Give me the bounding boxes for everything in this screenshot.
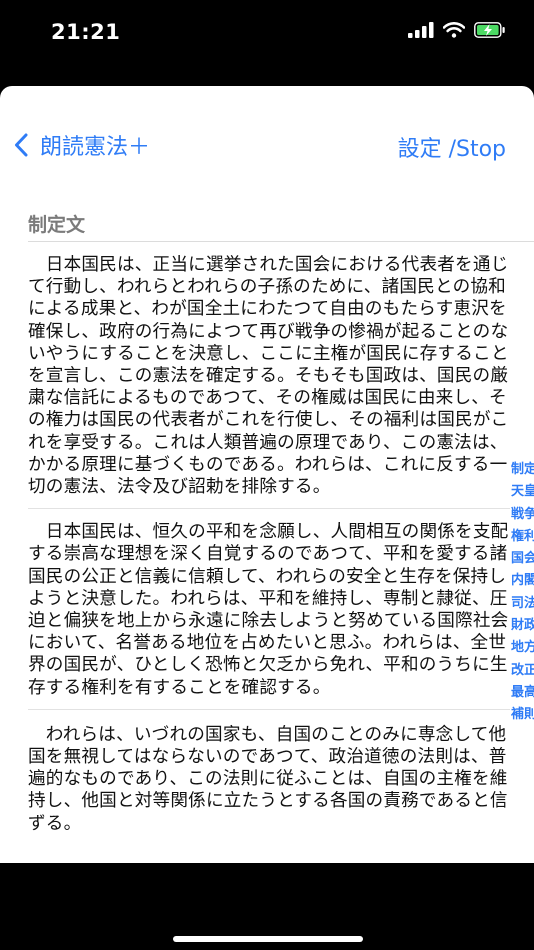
index-item-supplementary[interactable]: 補則	[511, 704, 534, 726]
list-item: 日本国民は、恒久の平和を念願し、人間相互の関係を支配する崇高な理想を深く自覚する…	[28, 509, 510, 710]
index-item-local-self-government[interactable]: 地方自治	[511, 637, 534, 659]
back-button[interactable]: 朗読憲法＋	[14, 129, 150, 161]
chevron-left-icon	[15, 133, 28, 157]
status-icons	[408, 22, 506, 38]
index-item-finance[interactable]: 財政	[511, 615, 534, 637]
signal-icon	[408, 22, 434, 38]
index-item-preamble[interactable]: 制定文	[511, 459, 534, 481]
status-time: 21:21	[51, 20, 121, 44]
index-item-renunciation-of-war[interactable]: 戦争の放棄	[511, 504, 534, 526]
list-item: 日本国民は、正当に選挙された国会における代表者を通じて行動し、われらとわれらの子…	[28, 248, 510, 510]
index-item-diet[interactable]: 国会	[511, 548, 534, 570]
navigation-bar: 朗読憲法＋ 設定 /Stop	[0, 86, 534, 176]
list-item: われらは、いづれの国家も、自国のことのみに専念して他国を無視してはならないのであ…	[28, 724, 508, 834]
modal-sheet: 朗読憲法＋ 設定 /Stop 制定文 日本国民は、正当に選挙された国会における代…	[0, 86, 534, 863]
section-index[interactable]: 制定文 天皇 戦争の放棄 権利 国会 内閣 司法 財政 地方自治 改正 最高法規…	[511, 459, 534, 727]
index-item-rights[interactable]: 権利	[511, 526, 534, 548]
index-item-amendments[interactable]: 改正	[511, 660, 534, 682]
back-button-label: 朗読憲法＋	[40, 135, 151, 160]
index-item-supreme-law[interactable]: 最高法規	[511, 682, 534, 704]
index-item-cabinet[interactable]: 内閣	[511, 570, 534, 592]
settings-stop-button[interactable]: 設定 /Stop	[398, 131, 506, 163]
index-item-judiciary[interactable]: 司法	[511, 593, 534, 615]
home-indicator[interactable]	[173, 936, 363, 942]
wifi-icon	[443, 22, 465, 38]
section-divider	[28, 241, 534, 242]
status-bar: 21:21	[0, 0, 534, 70]
index-item-emperor[interactable]: 天皇	[511, 481, 534, 503]
section-header: 制定文	[28, 214, 86, 236]
preamble-list[interactable]: 日本国民は、正当に選挙された国会における代表者を通じて行動し、われらとわれらの子…	[28, 248, 510, 845]
battery-charging-icon	[474, 22, 505, 38]
